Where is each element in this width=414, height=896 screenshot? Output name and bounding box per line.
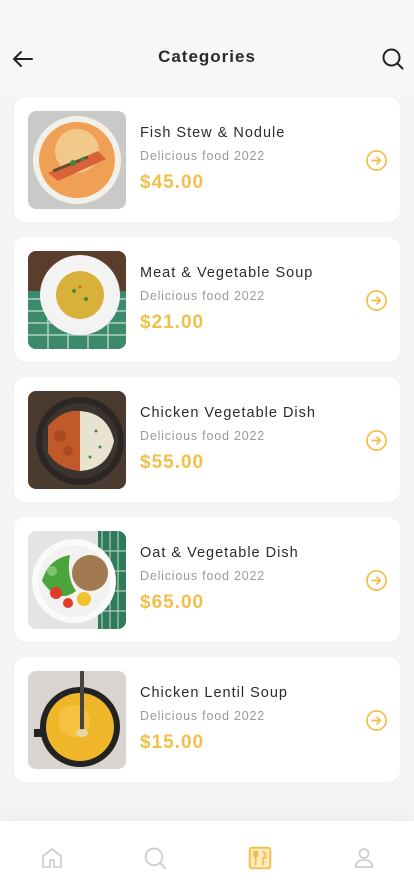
food-image bbox=[28, 111, 126, 209]
food-image bbox=[28, 251, 126, 349]
item-price: $15.00 bbox=[140, 732, 205, 753]
tab-menu[interactable] bbox=[247, 845, 273, 871]
food-image bbox=[28, 671, 126, 769]
search-button[interactable] bbox=[378, 44, 408, 74]
item-price: $65.00 bbox=[140, 592, 205, 613]
item-name: Fish Stew & Nodule bbox=[140, 125, 286, 141]
arrow-right-circle-icon[interactable] bbox=[365, 429, 388, 452]
item-subtitle: Delicious food 2022 bbox=[140, 429, 265, 443]
list-item[interactable]: Chicken Vegetable Dish Delicious food 20… bbox=[14, 377, 400, 502]
home-icon bbox=[42, 848, 62, 868]
item-price: $21.00 bbox=[140, 312, 205, 333]
bottom-tab-bar bbox=[0, 821, 414, 896]
item-subtitle: Delicious food 2022 bbox=[140, 149, 265, 163]
user-icon bbox=[354, 848, 374, 868]
category-list: Fish Stew & Nodule Delicious food 2022 $… bbox=[14, 97, 400, 797]
item-name: Chicken Lentil Soup bbox=[140, 685, 288, 701]
item-subtitle: Delicious food 2022 bbox=[140, 709, 265, 723]
tab-profile[interactable] bbox=[351, 845, 377, 871]
arrow-right-circle-icon[interactable] bbox=[365, 289, 388, 312]
arrow-right-circle-icon[interactable] bbox=[365, 149, 388, 172]
list-item[interactable]: Oat & Vegetable Dish Delicious food 2022… bbox=[14, 517, 400, 642]
search-icon bbox=[144, 847, 166, 869]
menu-icon bbox=[248, 846, 272, 870]
item-price: $55.00 bbox=[140, 452, 205, 473]
arrow-right-circle-icon[interactable] bbox=[365, 709, 388, 732]
item-name: Meat & Vegetable Soup bbox=[140, 265, 314, 281]
item-name: Oat & Vegetable Dish bbox=[140, 545, 299, 561]
list-item[interactable]: Fish Stew & Nodule Delicious food 2022 $… bbox=[14, 97, 400, 222]
item-price: $45.00 bbox=[140, 172, 205, 193]
list-item[interactable]: Chicken Lentil Soup Delicious food 2022 … bbox=[14, 657, 400, 782]
tab-search[interactable] bbox=[142, 845, 168, 871]
search-icon bbox=[382, 48, 404, 70]
item-subtitle: Delicious food 2022 bbox=[140, 569, 265, 583]
page-title: Categories bbox=[158, 47, 256, 66]
arrow-right-circle-icon[interactable] bbox=[365, 569, 388, 592]
item-subtitle: Delicious food 2022 bbox=[140, 289, 265, 303]
app-header: Categories bbox=[0, 0, 414, 96]
item-name: Chicken Vegetable Dish bbox=[140, 405, 316, 421]
tab-home[interactable] bbox=[39, 845, 65, 871]
list-item[interactable]: Meat & Vegetable Soup Delicious food 202… bbox=[14, 237, 400, 362]
food-image bbox=[28, 531, 126, 629]
food-image bbox=[28, 391, 126, 489]
